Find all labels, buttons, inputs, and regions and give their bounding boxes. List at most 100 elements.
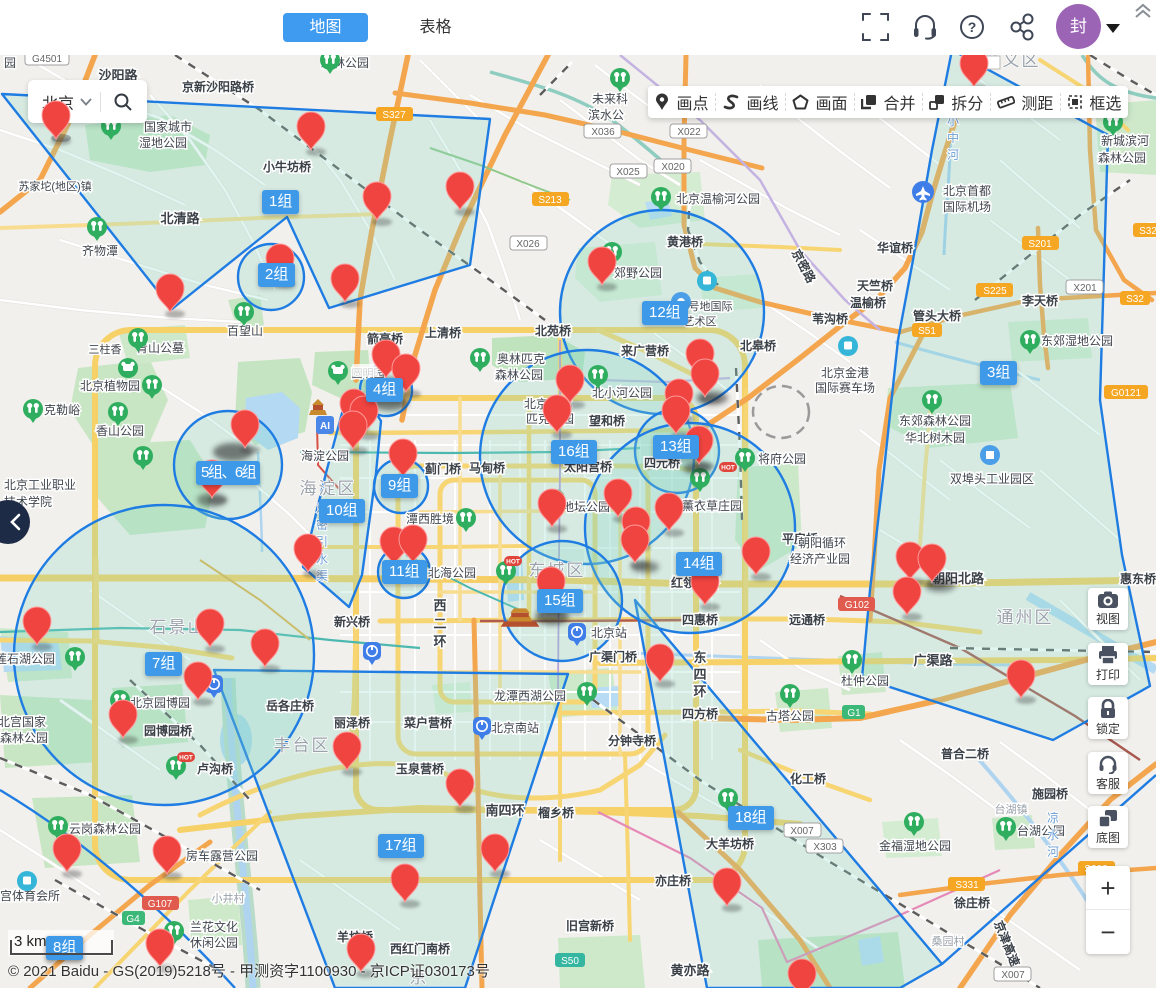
svg-text:广渠路: 广渠路 bbox=[913, 653, 953, 668]
svg-text:华北树木园: 华北树木园 bbox=[905, 430, 965, 445]
svg-text:G102: G102 bbox=[845, 600, 870, 611]
svg-text:园: 园 bbox=[4, 56, 16, 70]
svg-text:金福湿地公园: 金福湿地公园 bbox=[879, 838, 951, 853]
svg-text:小牛坊桥: 小牛坊桥 bbox=[263, 159, 312, 174]
svg-text:X020: X020 bbox=[661, 162, 685, 173]
svg-text:香山公园: 香山公园 bbox=[96, 424, 144, 438]
svg-text:X036: X036 bbox=[591, 127, 615, 138]
svg-text:亦庄桥: 亦庄桥 bbox=[655, 873, 692, 888]
svg-text:玉泉营桥: 玉泉营桥 bbox=[396, 761, 445, 776]
svg-text:HOT: HOT bbox=[721, 465, 735, 472]
svg-text:上清桥: 上清桥 bbox=[425, 325, 462, 340]
svg-text:G0121: G0121 bbox=[1111, 388, 1141, 399]
svg-text:丰台区: 丰台区 bbox=[274, 736, 331, 755]
svg-text:朝阳循环: 朝阳循环 bbox=[798, 536, 846, 550]
svg-text:S51: S51 bbox=[918, 326, 936, 337]
svg-text:海淀区: 海淀区 bbox=[300, 479, 357, 498]
svg-text:徐庄桥: 徐庄桥 bbox=[953, 895, 991, 910]
svg-text:龙潭西湖公园: 龙潭西湖公园 bbox=[494, 688, 566, 703]
svg-text:西红门南桥: 西红门南桥 bbox=[390, 941, 451, 956]
svg-text:G4: G4 bbox=[126, 914, 140, 925]
svg-text:惠东桥: 惠东桥 bbox=[1120, 571, 1156, 586]
svg-text:HOT: HOT bbox=[506, 559, 520, 566]
svg-text:京新沙阳路桥: 京新沙阳路桥 bbox=[182, 79, 255, 94]
svg-text:水: 水 bbox=[1047, 828, 1059, 842]
svg-text:丽泽桥: 丽泽桥 bbox=[334, 715, 371, 730]
svg-text:四: 四 bbox=[693, 667, 706, 682]
svg-text:西: 西 bbox=[433, 598, 446, 613]
svg-text:S201: S201 bbox=[1028, 239, 1052, 250]
svg-text:北小河公园: 北小河公园 bbox=[592, 386, 652, 400]
svg-text:河: 河 bbox=[1047, 845, 1059, 859]
svg-text:四惠桥: 四惠桥 bbox=[682, 612, 719, 627]
svg-text:G1: G1 bbox=[847, 708, 861, 719]
svg-text:X201: X201 bbox=[1073, 283, 1097, 294]
svg-text:北京金港: 北京金港 bbox=[821, 365, 869, 380]
svg-text:X025: X025 bbox=[616, 167, 640, 178]
svg-text:蓟门桥: 蓟门桥 bbox=[424, 461, 462, 476]
svg-text:施园桥: 施园桥 bbox=[1032, 786, 1069, 801]
svg-text:百望山: 百望山 bbox=[227, 324, 263, 338]
svg-text:S32: S32 bbox=[1126, 294, 1144, 305]
svg-text:北京站: 北京站 bbox=[591, 626, 627, 640]
svg-text:杜仲公园: 杜仲公园 bbox=[841, 673, 889, 688]
svg-text:经济产业园: 经济产业园 bbox=[790, 551, 850, 566]
svg-text:房车露营公园: 房车露营公园 bbox=[186, 848, 258, 863]
svg-text:环: 环 bbox=[433, 634, 446, 649]
svg-text:国际赛车场: 国际赛车场 bbox=[815, 380, 875, 395]
svg-text:国际机场: 国际机场 bbox=[943, 200, 991, 214]
svg-text:S225: S225 bbox=[983, 286, 1007, 297]
svg-text:天竺桥: 天竺桥 bbox=[857, 278, 894, 293]
svg-text:中: 中 bbox=[947, 130, 959, 145]
svg-text:未来科: 未来科 bbox=[592, 92, 628, 106]
svg-text:S331: S331 bbox=[955, 880, 979, 891]
svg-text:北京园博园: 北京园博园 bbox=[130, 695, 190, 710]
svg-text:北京南站: 北京南站 bbox=[491, 720, 539, 735]
svg-text:小井村: 小井村 bbox=[212, 891, 245, 905]
svg-text:奥林匹克: 奥林匹克 bbox=[497, 352, 545, 366]
svg-text:二: 二 bbox=[433, 616, 446, 631]
svg-text:海淀公园: 海淀公园 bbox=[301, 448, 349, 463]
svg-text:凉: 凉 bbox=[1047, 810, 1059, 825]
svg-text:HOT: HOT bbox=[179, 755, 193, 762]
svg-text:兰花文化: 兰花文化 bbox=[190, 919, 238, 934]
svg-text:S213: S213 bbox=[538, 195, 562, 206]
svg-text:马甸桥: 马甸桥 bbox=[469, 460, 506, 475]
svg-text:森林公园: 森林公园 bbox=[495, 367, 543, 382]
svg-text:湿地公园: 湿地公园 bbox=[139, 135, 187, 150]
svg-text:齐物潭: 齐物潭 bbox=[82, 243, 118, 258]
svg-text:台湖镇: 台湖镇 bbox=[995, 802, 1028, 816]
svg-text:北京植物园: 北京植物园 bbox=[80, 378, 140, 393]
svg-text:苇沟桥: 苇沟桥 bbox=[812, 311, 849, 326]
svg-text:通州区: 通州区 bbox=[997, 608, 1054, 627]
svg-text:将府公园: 将府公园 bbox=[758, 451, 806, 466]
svg-text:S327: S327 bbox=[382, 110, 406, 121]
svg-text:榴乡桥: 榴乡桥 bbox=[538, 805, 575, 820]
svg-text:莲石湖公园: 莲石湖公园 bbox=[0, 651, 55, 666]
svg-text:休闲公园: 休闲公园 bbox=[190, 936, 238, 950]
svg-text:AI: AI bbox=[320, 421, 330, 432]
svg-text:旧宫新桥: 旧宫新桥 bbox=[566, 918, 615, 933]
svg-text:北海公园: 北海公园 bbox=[428, 565, 476, 580]
svg-text:菜户营桥: 菜户营桥 bbox=[403, 715, 453, 730]
svg-text:地坛公园: 地坛公园 bbox=[562, 500, 610, 514]
svg-text:森林公园: 森林公园 bbox=[0, 730, 48, 745]
svg-text:克勒峪: 克勒峪 bbox=[44, 403, 80, 417]
svg-text:G107: G107 bbox=[148, 899, 173, 910]
svg-text:古塔公园: 古塔公园 bbox=[766, 708, 814, 723]
svg-text:四方桥: 四方桥 bbox=[682, 706, 719, 721]
svg-text:黄亦路: 黄亦路 bbox=[670, 963, 710, 978]
svg-text:S32: S32 bbox=[1139, 226, 1156, 237]
svg-text:河: 河 bbox=[947, 148, 959, 162]
svg-text:南四环: 南四环 bbox=[485, 803, 524, 818]
svg-text:北苑桥: 北苑桥 bbox=[535, 323, 572, 338]
svg-text:来广营桥: 来广营桥 bbox=[620, 343, 670, 358]
svg-text:艺术区: 艺术区 bbox=[684, 315, 717, 328]
svg-text:北清路: 北清路 bbox=[160, 211, 200, 226]
svg-text:园博园桥: 园博园桥 bbox=[144, 723, 193, 738]
svg-text:管头大桥: 管头大桥 bbox=[913, 308, 962, 323]
svg-text:卢沟桥: 卢沟桥 bbox=[197, 761, 234, 776]
svg-text:双埠头工业园区: 双埠头工业园区 bbox=[950, 472, 1034, 486]
svg-text:森林公园: 森林公园 bbox=[1098, 150, 1146, 165]
svg-text:远通桥: 远通桥 bbox=[789, 612, 826, 627]
